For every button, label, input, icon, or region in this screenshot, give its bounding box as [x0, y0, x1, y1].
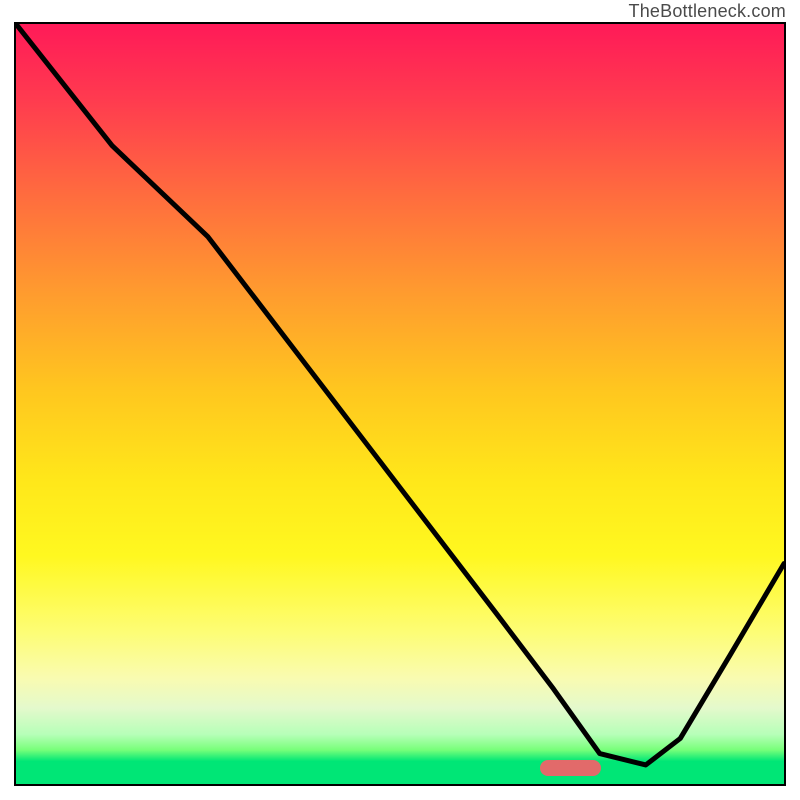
- chart-canvas: [16, 24, 784, 784]
- watermark-label: TheBottleneck.com: [629, 1, 786, 22]
- chart-root: { "watermark": "TheBottleneck.com", "mar…: [0, 0, 800, 800]
- chart-area: [14, 22, 786, 786]
- optimal-marker-pill: [540, 760, 602, 776]
- bottleneck-curve: [16, 24, 784, 765]
